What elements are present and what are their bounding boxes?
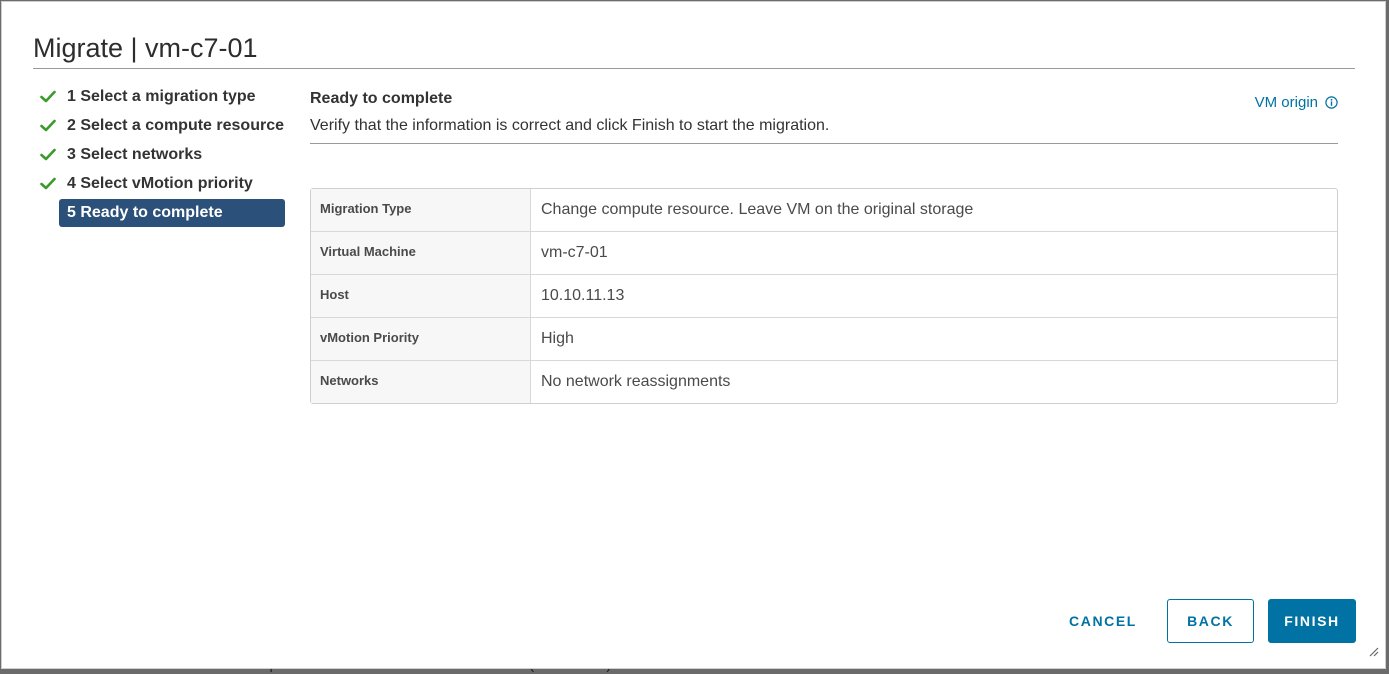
row-label: Migration Type xyxy=(311,189,531,231)
back-button[interactable]: BACK xyxy=(1167,599,1254,643)
cancel-button[interactable]: CANCEL xyxy=(1060,599,1146,643)
step-label: 2 Select a compute resource xyxy=(67,116,284,134)
step-label: 4 Select vMotion priority xyxy=(67,174,253,192)
vm-origin-label: VM origin xyxy=(1254,94,1318,111)
dialog-title: Migrate | vm-c7-01 xyxy=(33,33,258,63)
vm-origin-link[interactable]: VM origin xyxy=(1255,94,1338,111)
resize-grip-icon[interactable] xyxy=(1369,644,1379,662)
checkmark-icon xyxy=(40,119,60,132)
step-select-migration-type[interactable]: 1 Select a migration type xyxy=(40,82,290,111)
row-value: Change compute resource. Leave VM on the… xyxy=(541,201,974,218)
finish-button[interactable]: FINISH xyxy=(1268,599,1356,643)
table-row: Virtual Machine vm-c7-01 xyxy=(311,231,1337,274)
checkmark-icon xyxy=(40,90,60,103)
step-label: 3 Select networks xyxy=(67,145,203,163)
step-label: 1 Select a migration type xyxy=(67,87,256,105)
wizard-steps-nav: 1 Select a migration type 2 Select a com… xyxy=(40,82,290,227)
checkmark-icon xyxy=(40,148,60,161)
row-label: Networks xyxy=(311,361,531,403)
table-row: Host 10.10.11.13 xyxy=(311,274,1337,317)
row-label: Virtual Machine xyxy=(311,232,531,274)
row-label: Host xyxy=(311,275,531,317)
row-value: vm-c7-01 xyxy=(541,244,608,261)
step-ready-to-complete[interactable]: 5 Ready to complete xyxy=(59,199,285,227)
panel-divider xyxy=(310,143,1338,144)
table-row: Migration Type Change compute resource. … xyxy=(311,189,1337,231)
migrate-dialog: Migrate | vm-c7-01 1 Select a migration … xyxy=(1,1,1386,669)
row-value: 10.10.11.13 xyxy=(541,287,625,304)
step-select-vmotion-priority[interactable]: 4 Select vMotion priority xyxy=(40,169,290,198)
row-value: No network reassignments xyxy=(541,373,731,390)
step-select-compute-resource[interactable]: 2 Select a compute resource xyxy=(40,111,290,140)
row-label: vMotion Priority xyxy=(311,318,531,360)
row-value: High xyxy=(541,330,574,347)
panel-heading: Ready to complete xyxy=(310,90,453,107)
info-circle-icon[interactable] xyxy=(1325,96,1338,109)
summary-table: Migration Type Change compute resource. … xyxy=(310,188,1338,404)
step-label: 5 Ready to complete xyxy=(67,204,223,221)
checkmark-icon xyxy=(40,177,60,190)
panel-description: Verify that the information is correct a… xyxy=(310,117,830,134)
table-row: vMotion Priority High xyxy=(311,317,1337,360)
title-divider xyxy=(33,68,1355,69)
step-select-networks[interactable]: 3 Select networks xyxy=(40,140,290,169)
table-row: Networks No network reassignments xyxy=(311,360,1337,403)
step-content-panel: Ready to complete Verify that the inform… xyxy=(310,88,1338,144)
